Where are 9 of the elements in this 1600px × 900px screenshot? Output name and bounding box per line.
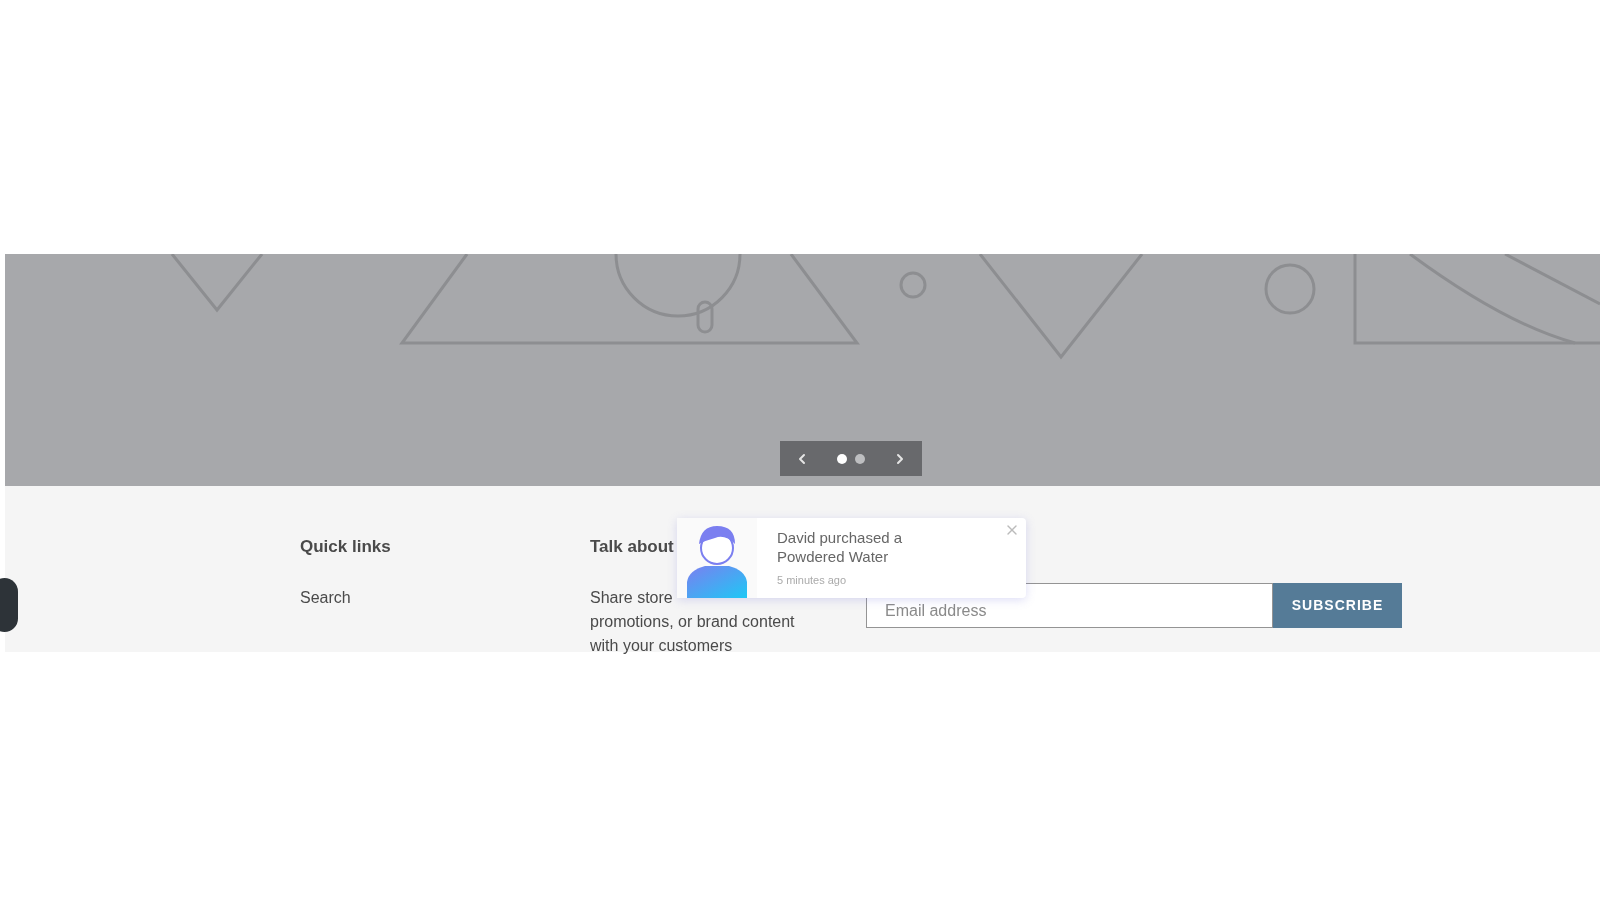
column-text-line: with your customers bbox=[590, 635, 733, 656]
footer-link[interactable]: Search bbox=[300, 585, 351, 610]
column-heading: Quick links bbox=[300, 536, 392, 558]
column-text-line: Share store bbox=[590, 587, 673, 608]
column-text-line: promotions, or brand content bbox=[590, 611, 795, 632]
column-heading: Talk about bbox=[590, 536, 674, 558]
subscribe-button[interactable]: SUBSCRIBE bbox=[1273, 583, 1402, 628]
notification-message: David purchased a Powdered Water bbox=[777, 528, 904, 566]
notification-time: 5 minutes ago bbox=[777, 573, 848, 588]
